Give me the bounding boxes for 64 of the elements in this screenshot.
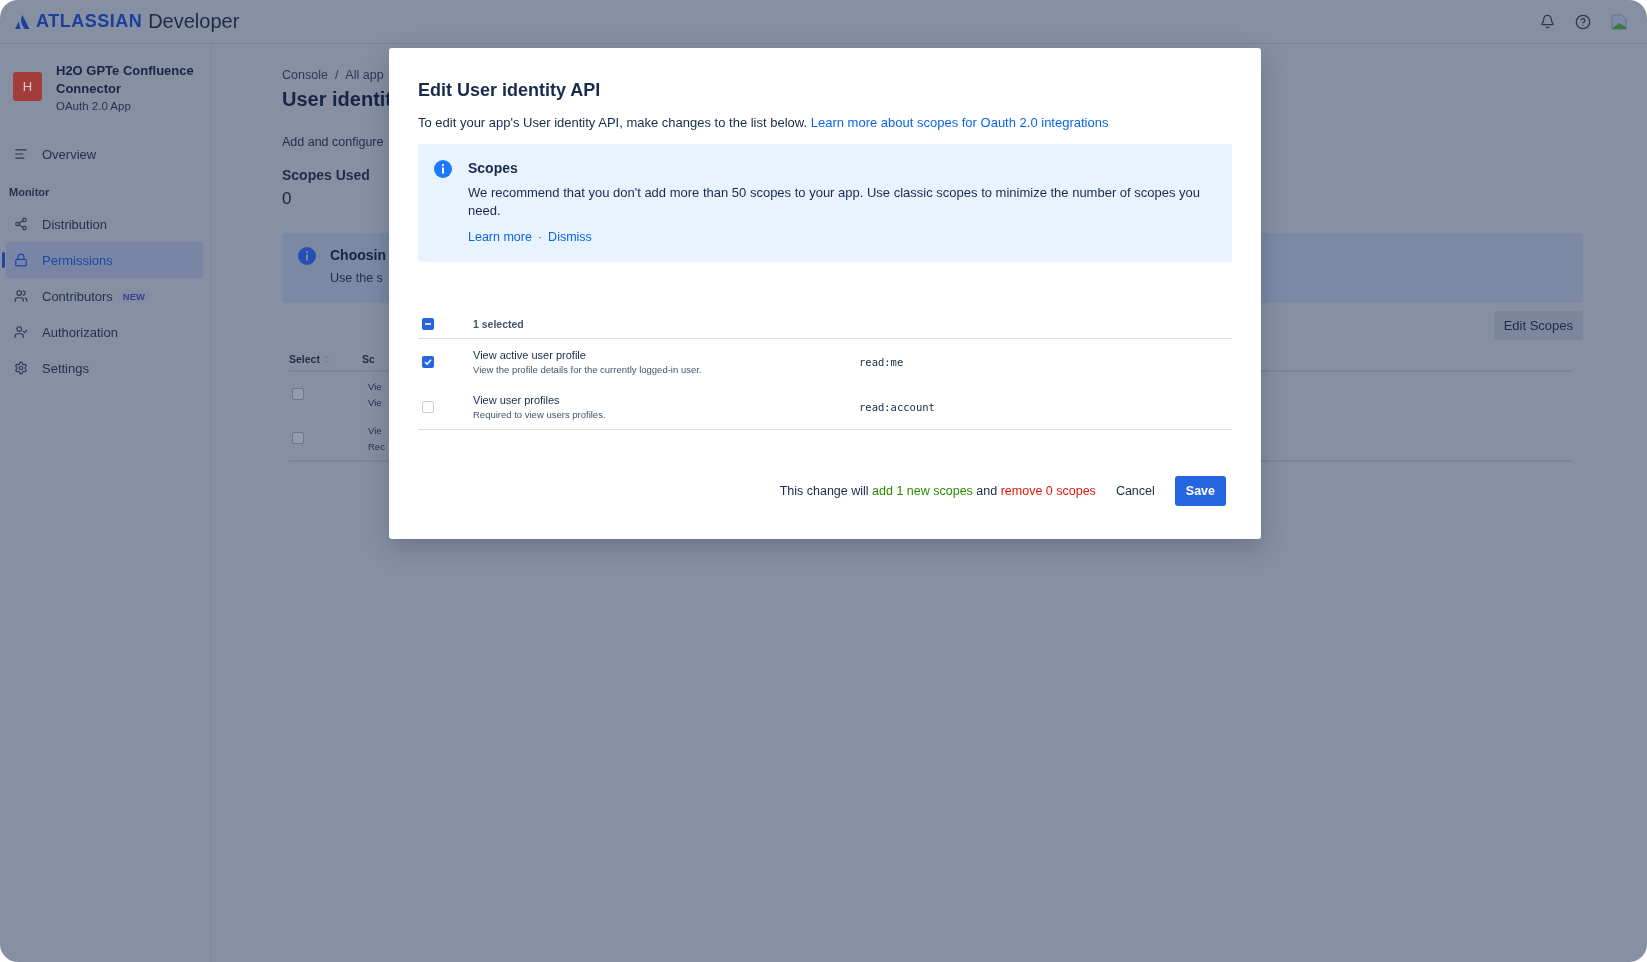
- notification-icon[interactable]: [1540, 14, 1555, 29]
- app-name: H2O GPTe Confluence Connector: [56, 62, 195, 98]
- new-badge: NEW: [118, 289, 149, 303]
- panel-link[interactable]: Dismiss: [548, 230, 592, 244]
- selected-count: 1 selected: [473, 318, 524, 330]
- cancel-button[interactable]: Cancel: [1107, 478, 1163, 504]
- product-name: Developer: [148, 10, 240, 33]
- info-icon: [298, 247, 316, 265]
- brand-name: ATLASSIAN: [36, 11, 143, 32]
- checkbox[interactable]: [422, 355, 434, 368]
- nav-item[interactable]: Authorization: [6, 314, 203, 350]
- scope-description: Required to view users profiles.: [473, 408, 607, 420]
- panel-text: We recommend that you don't add more than 50 scopes to your app. Use classic scopes to minimize the number of scopes you need.: [468, 184, 1202, 220]
- dialog-description: To edit your app's User identity API, make changes to the list below. Learn more about scopes for Oauth 2.0 integrations: [418, 115, 1110, 130]
- help-icon[interactable]: [1575, 13, 1591, 30]
- scope-description: Vie: [368, 396, 382, 408]
- scope-title: View user profiles: [473, 393, 561, 406]
- dash-icon: [424, 320, 432, 328]
- panel-title: Choosin: [330, 247, 386, 263]
- info-icon: [434, 160, 452, 178]
- separator-dot: ·: [537, 230, 543, 244]
- save-button[interactable]: Save: [1174, 476, 1226, 506]
- nav-icon: [14, 253, 28, 267]
- scope-title: Vie: [368, 380, 382, 392]
- nav-icon: [14, 361, 28, 375]
- scope-code: read:me: [859, 355, 904, 368]
- page-description: Add and configure: [282, 135, 384, 149]
- stat-value: 0: [282, 189, 292, 209]
- scope-title: Vie: [368, 424, 383, 436]
- breadcrumb-link[interactable]: All app: [345, 68, 384, 82]
- nav-item[interactable]: Overview: [6, 136, 203, 172]
- nav-item[interactable]: Settings: [6, 350, 203, 386]
- checkbox[interactable]: [292, 432, 304, 444]
- nav-icon: [14, 325, 28, 339]
- nav-icon: [14, 289, 28, 303]
- panel-link[interactable]: Learn more: [468, 230, 532, 244]
- panel-title: Scopes: [468, 160, 519, 176]
- checkbox[interactable]: [292, 388, 304, 400]
- change-summary: This change will add 1 new scopes and remove 0 scopes: [779, 484, 1096, 498]
- scope-code: read:account: [859, 400, 935, 413]
- column-header: Sc: [362, 353, 375, 365]
- nav-icon: [14, 217, 28, 231]
- column-header[interactable]: Select: [289, 353, 320, 365]
- nav-item[interactable]: Contributors NEW: [6, 278, 203, 314]
- scope-description: Rec: [368, 440, 385, 452]
- check-icon: [424, 357, 432, 366]
- breadcrumb-link[interactable]: Console: [282, 68, 328, 82]
- scopes-link[interactable]: Learn more about scopes for Oauth 2.0 integrations: [810, 115, 1109, 130]
- sort-icon[interactable]: [321, 354, 331, 364]
- checkbox[interactable]: [422, 318, 434, 330]
- breadcrumb-separator: /: [334, 68, 339, 82]
- edit-scopes-button[interactable]: Edit Scopes: [1493, 311, 1583, 340]
- dialog-title: Edit User identity API: [418, 80, 602, 101]
- nav-icon: [14, 147, 28, 161]
- stat-label: Scopes Used: [282, 167, 370, 183]
- scope-title: View active user profile: [473, 348, 587, 361]
- app-type: OAuth 2.0 App: [56, 100, 132, 112]
- section-heading: Monitor: [8, 185, 51, 200]
- scope-description: View the profile details for the currently logged-in user.: [473, 363, 703, 375]
- logo-icon: [14, 13, 30, 30]
- avatar-icon[interactable]: [1611, 13, 1627, 30]
- nav-item[interactable]: Distribution: [6, 206, 203, 242]
- app-avatar: H: [13, 72, 42, 101]
- panel-text: Use the s: [330, 271, 384, 285]
